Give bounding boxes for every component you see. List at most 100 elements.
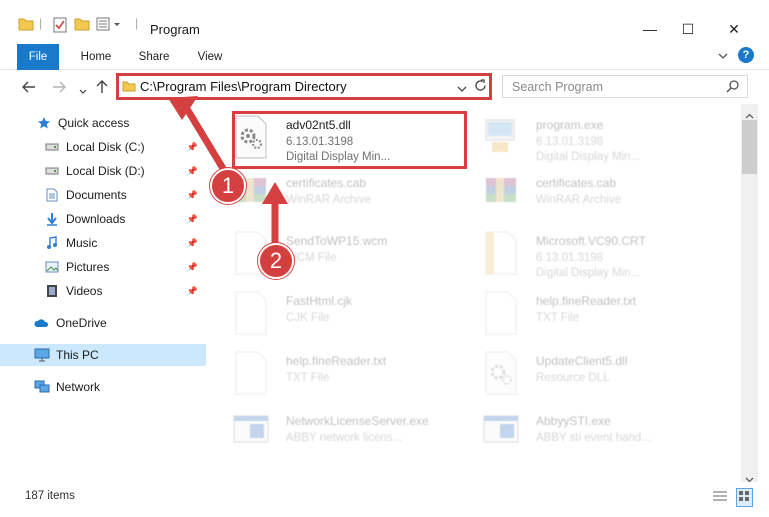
forward-arrow-icon[interactable] — [52, 80, 66, 96]
separator: | — [135, 16, 139, 30]
exe-icon — [482, 114, 522, 162]
file-name: SendToWP15.wcm — [286, 234, 388, 248]
network-icon — [34, 379, 50, 395]
sidebar-item-this-pc[interactable]: This PC — [0, 344, 206, 366]
sidebar-item-downloads[interactable]: Downloads 📌 — [0, 208, 206, 230]
sidebar-item-pictures[interactable]: Pictures 📌 — [0, 256, 206, 278]
pictures-icon — [44, 259, 60, 275]
file-name: FastHtml.cjk — [286, 294, 352, 308]
details-view-icon[interactable] — [712, 490, 728, 505]
address-bar[interactable]: C:\Program Files\Program Directory — [116, 73, 492, 100]
this-pc-icon — [34, 347, 50, 363]
blank-file-icon — [232, 290, 272, 338]
file-name: Microsoft.VC90.CRT — [536, 234, 646, 248]
recent-locations-icon[interactable] — [79, 82, 87, 98]
exe-window-icon — [482, 410, 522, 458]
annotation-badge-1: 1 — [210, 168, 246, 204]
vertical-scrollbar[interactable] — [741, 104, 758, 483]
file-type: TXT File — [536, 312, 580, 324]
file-description: ABBY sti event hand... — [536, 432, 651, 444]
file-item-help-finereader-txt[interactable]: help.fineReader.txt TXT File — [232, 348, 472, 400]
up-arrow-icon[interactable] — [96, 80, 108, 97]
file-name: AbbyySTI.exe — [536, 414, 611, 428]
file-item-abbyysti-exe[interactable]: AbbyySTI.exe ABBY sti event hand... — [482, 408, 722, 460]
pin-icon[interactable]: 📌 — [187, 142, 198, 153]
file-description: Digital Display Min... — [536, 151, 641, 163]
close-button[interactable]: ✕ — [712, 14, 756, 44]
separator: | — [39, 16, 43, 30]
file-item-fasthtml-cjk[interactable]: FastHtml.cjk CJK File — [232, 288, 472, 340]
address-row: C:\Program Files\Program Directory Searc… — [0, 70, 769, 104]
status-bar: 187 items — [0, 482, 769, 517]
file-type: WinRAR Archive — [286, 194, 371, 206]
sidebar-item-network[interactable]: Network — [0, 376, 206, 398]
file-item-certificates-cab[interactable]: certificates.cab WinRAR Archive — [232, 170, 472, 222]
file-item-help-finereader-txt[interactable]: help.fineReader.txt TXT File — [482, 288, 722, 340]
refresh-icon[interactable] — [474, 79, 487, 95]
pin-icon[interactable]: 📌 — [187, 190, 198, 201]
ribbon: File Home Share View ? — [0, 44, 769, 96]
file-name: help.fineReader.txt — [536, 294, 637, 308]
sidebar-item-music[interactable]: Music 📌 — [0, 232, 206, 254]
drive-icon — [44, 139, 60, 155]
navigation-pane: Quick access Local Disk (C:) 📌 Local Dis… — [0, 104, 206, 482]
dll-gear-icon — [482, 350, 522, 398]
expand-ribbon-icon[interactable] — [718, 51, 728, 63]
window-title: Program — [150, 22, 200, 37]
file-version: 6.13.01.3198 — [536, 136, 604, 148]
search-icon[interactable] — [726, 80, 739, 96]
file-item-updateclient5-dll[interactable]: UpdateClient5.dll Resource DLL — [482, 348, 722, 400]
file-type: WinRAR Archive — [536, 194, 621, 206]
tab-view[interactable]: View — [188, 44, 232, 70]
videos-icon — [44, 283, 60, 299]
folder-icon — [18, 17, 34, 31]
search-box[interactable]: Search Program — [502, 75, 748, 98]
file-item-microsoft-vc90-crt[interactable]: Microsoft.VC90.CRT 6.13.01.3198 Digital … — [482, 228, 722, 280]
sidebar-item-documents[interactable]: Documents 📌 — [0, 184, 206, 206]
pin-icon[interactable]: 📌 — [187, 214, 198, 225]
folder-icon — [122, 80, 136, 95]
address-dropdown-icon[interactable] — [457, 82, 467, 96]
item-count: 187 items — [25, 490, 75, 502]
file-name: certificates.cab — [286, 176, 367, 190]
folder-file-icon — [482, 230, 522, 278]
pin-icon[interactable]: 📌 — [187, 166, 198, 177]
new-folder-icon[interactable] — [74, 17, 90, 31]
sidebar-item-videos[interactable]: Videos 📌 — [0, 280, 206, 302]
sidebar-item-local-disk-d[interactable]: Local Disk (D:) 📌 — [0, 160, 206, 182]
tab-share[interactable]: Share — [132, 44, 176, 70]
sidebar-item-onedrive[interactable]: OneDrive — [0, 312, 206, 334]
search-input[interactable]: Search Program — [512, 80, 603, 94]
pin-icon[interactable]: 📌 — [187, 286, 198, 297]
file-name: UpdateClient5.dll — [536, 354, 628, 368]
sidebar-item-local-disk-c[interactable]: Local Disk (C:) 📌 — [0, 136, 206, 158]
file-name: program.exe — [536, 118, 604, 132]
star-icon — [36, 115, 52, 131]
file-name: certificates.cab — [536, 176, 617, 190]
customize-toolbar-icon[interactable] — [96, 17, 124, 31]
properties-icon[interactable] — [52, 17, 68, 33]
back-arrow-icon[interactable] — [22, 80, 36, 96]
scrollbar-thumb[interactable] — [742, 120, 757, 174]
pin-icon[interactable]: 📌 — [187, 262, 198, 273]
onedrive-icon — [34, 315, 50, 331]
drive-icon — [44, 163, 60, 179]
maximize-button[interactable]: ☐ — [666, 14, 710, 44]
exe-window-icon — [232, 410, 272, 458]
file-description: Digital Display Min... — [536, 267, 641, 279]
title-bar: | | Program — ☐ ✕ — [0, 0, 769, 44]
pin-icon[interactable]: 📌 — [187, 238, 198, 249]
file-highlight-box — [232, 111, 467, 169]
blank-file-icon — [232, 350, 272, 398]
tab-home[interactable]: Home — [74, 44, 118, 70]
file-type: Resource DLL — [536, 372, 610, 384]
file-item-certificates-cab[interactable]: certificates.cab WinRAR Archive — [482, 170, 722, 222]
large-icons-view-icon[interactable] — [736, 488, 753, 507]
downloads-icon — [44, 211, 60, 227]
file-item-program-exe[interactable]: program.exe 6.13.01.3198 Digital Display… — [482, 112, 722, 164]
file-item-networklicenseserver-exe[interactable]: NetworkLicenseServer.exe ABBY network li… — [232, 408, 472, 460]
music-icon — [44, 235, 60, 251]
sidebar-item-quick-access[interactable]: Quick access — [0, 112, 206, 134]
documents-icon — [44, 187, 60, 203]
help-icon[interactable]: ? — [738, 47, 754, 63]
